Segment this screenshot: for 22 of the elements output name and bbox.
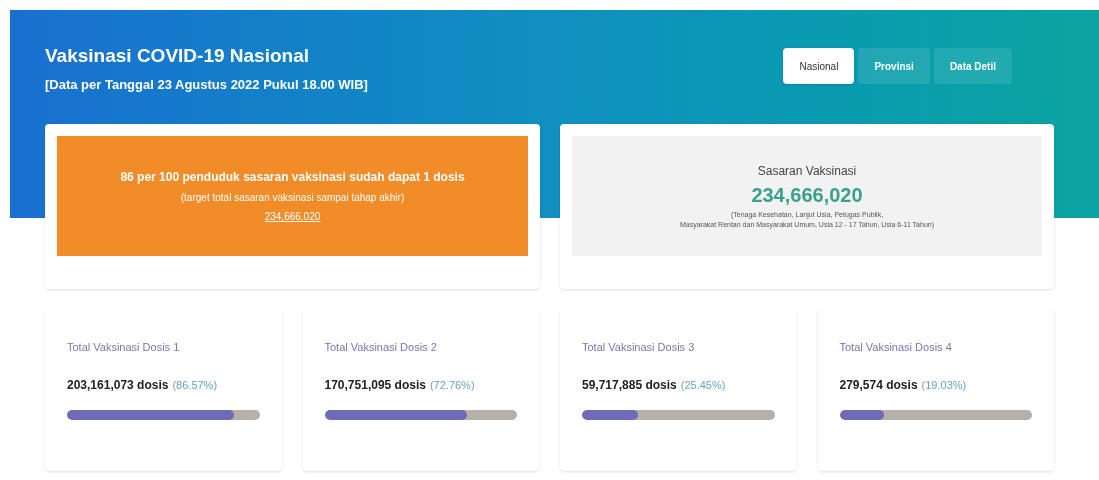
progress-headline: 86 per 100 penduduk sasaran vaksinasi sudah dapat 1 dosis — [120, 169, 465, 186]
dose-percent: (25.45%) — [680, 377, 726, 393]
nav-tab[interactable]: Data Detil — [933, 48, 1012, 84]
nav-tab[interactable]: Provinsi — [858, 48, 930, 84]
page-title: Vaksinasi COVID-19 Nasional — [45, 44, 310, 68]
dose-title: Total Vaksinasi Dosis 3 — [582, 340, 696, 355]
dose-count: 59,717,885 dosis — [582, 376, 677, 394]
dose-title: Total Vaksinasi Dosis 2 — [324, 340, 438, 355]
dose-count: 203,161,073 dosis — [67, 376, 169, 394]
dose-title: Total Vaksinasi Dosis 1 — [67, 340, 181, 355]
target-title: Sasaran Vaksinasi — [757, 162, 857, 180]
progress-note: (target total sasaran vaksinasi sampai tahap akhir) — [180, 191, 405, 205]
dose-title: Total Vaksinasi Dosis 4 — [839, 340, 953, 355]
dose-count: 170,751,095 dosis — [324, 376, 426, 394]
progress-target: 234,666,020 — [264, 210, 321, 224]
dose-percent: (86.57%) — [172, 377, 218, 393]
target-value: 234,666,020 — [751, 182, 863, 208]
dose-percent: (19.03%) — [921, 377, 967, 393]
dose-count: 279,574 dosis — [839, 376, 918, 394]
dose-percent: (72.76%) — [429, 377, 475, 393]
page-subtitle: [Data per Tanggal 23 Agustus 2022 Pukul 18.00 WIB] — [45, 75, 368, 94]
nav-tab[interactable]: Nasional — [783, 48, 855, 84]
